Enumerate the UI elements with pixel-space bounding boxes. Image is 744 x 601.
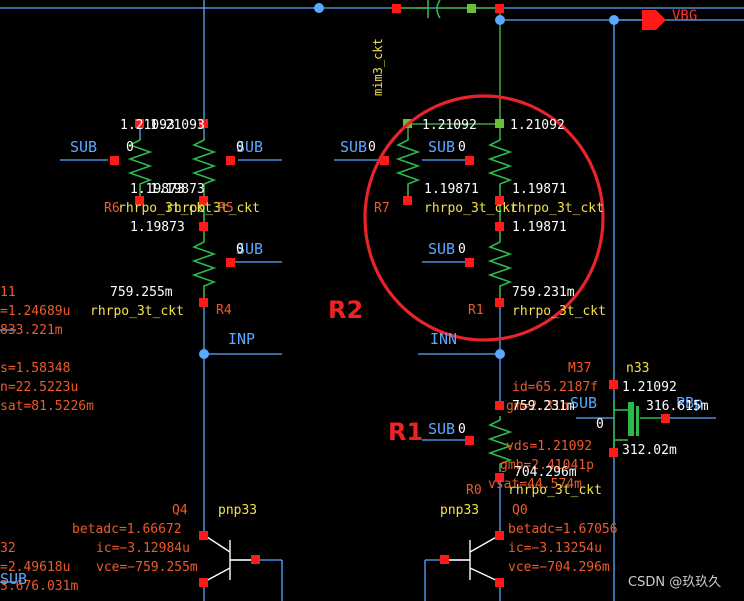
- r2-annotation: R2: [328, 296, 364, 324]
- r1-annotation: R1: [388, 418, 424, 446]
- q4-model: pnp33: [218, 503, 258, 518]
- q0-vce: vce=−704.296m: [508, 560, 610, 575]
- zero-1: 0: [126, 140, 134, 155]
- left-edge-sub: SUB: [0, 570, 28, 588]
- vbg-pin-flag-icon: [614, 10, 666, 30]
- zero-5: 0: [458, 140, 466, 155]
- sub-label-6: SUB: [428, 240, 456, 258]
- nmos-gate-bar: [628, 402, 634, 436]
- left-top-voltage-overlap: 1.21093: [150, 118, 205, 133]
- left-edge-id: n=22.5223u: [0, 380, 79, 395]
- r7-label: R7: [374, 201, 390, 216]
- zero-3: 0: [236, 242, 244, 257]
- m37-bulk-zero: 0: [596, 417, 604, 432]
- m37-source-voltage: 312.02m: [622, 443, 677, 458]
- r1-voltage: 759.231m: [512, 285, 575, 300]
- sub-label-7: SUB: [428, 420, 456, 438]
- q0-model: pnp33: [440, 503, 480, 518]
- red-terminal-squares: [110, 4, 670, 587]
- right-mid-voltage-b: 1.19871: [512, 182, 567, 197]
- vbg-label: VBG: [672, 8, 698, 24]
- right-node-voltage: 1.19871: [512, 220, 567, 235]
- r7-model: rhrpo_3t_ckt: [424, 201, 518, 216]
- r1-inst-label: R1: [468, 303, 484, 318]
- m37-drain-voltage: 1.21092: [622, 380, 677, 395]
- left-edge-vds: s=1.58348: [0, 361, 71, 376]
- q0-ic: ic=−3.13254u: [508, 541, 602, 556]
- left-edge-vdsat: sat=81.5226m: [0, 399, 94, 414]
- schematic-canvas[interactable]: VBG mim3_ckt SUB SUB SUB SUB SUB SUB SUB…: [0, 0, 744, 601]
- q4-ic: ic=−3.12984u: [96, 541, 190, 556]
- n33-label: n33: [626, 361, 650, 376]
- left-r4-model: rhrpo_3t_ckt: [90, 304, 184, 319]
- pnp-transistor-icons: [203, 534, 501, 583]
- r5-label: R5: [218, 201, 234, 216]
- right-mid-voltage-a: 1.19871: [424, 182, 479, 197]
- r0-label: R0: [466, 483, 482, 498]
- mim3-label: mim3_ckt: [371, 38, 385, 96]
- q0-betadc: betadc=1.67056: [508, 522, 618, 537]
- left-edge-11: 11: [0, 285, 16, 300]
- left-rhrpo-label-overlap: rhrpo_3t_ckt: [166, 201, 260, 216]
- q4-label: Q4: [172, 503, 188, 518]
- mim-capacitor-icon: [418, 0, 441, 19]
- zero-4: 0: [368, 140, 376, 155]
- inp-label: INP: [228, 330, 256, 348]
- m37-vds: vds=1.21092: [506, 439, 593, 454]
- watermark: CSDN @玖玖久: [628, 575, 722, 590]
- m37-label: M37: [568, 361, 592, 376]
- sub-label-4: SUB: [340, 138, 368, 156]
- left-r4-voltage: 759.255m: [110, 285, 173, 300]
- nmos-gate-plate: [636, 406, 639, 436]
- right-top-voltage-a: 1.21092: [422, 118, 477, 133]
- zero-6: 0: [458, 242, 466, 257]
- m37-gate-voltage: 316.615m: [646, 399, 709, 414]
- right-model-b: rhrpo_3t_ckt: [510, 201, 604, 216]
- r0-model: rhrpo_3t_ckt: [508, 483, 602, 498]
- q0-label: Q0: [512, 503, 528, 518]
- right-top-voltage-b: 1.21092: [510, 118, 565, 133]
- r0-top-voltage: 759.231m: [512, 399, 575, 414]
- q4-betadc: betadc=1.66672: [72, 522, 182, 537]
- left-edge-vce: 833.221m: [0, 323, 63, 338]
- green-terminal-squares: [403, 4, 504, 128]
- sub-label-5: SUB: [428, 138, 456, 156]
- left-node-voltage: 1.19873: [130, 220, 185, 235]
- zero-2: 0: [236, 140, 244, 155]
- m37-id: id=65.2187f: [512, 380, 599, 395]
- sub-label-1: SUB: [70, 138, 98, 156]
- left-edge-32: 32: [0, 541, 16, 556]
- inn-label: INN: [430, 330, 458, 348]
- q4-vce: vce=−759.255m: [96, 560, 198, 575]
- left-mid-voltage-overlap: 1.19873: [150, 182, 205, 197]
- left-edge-ic: =1.24689u: [0, 304, 71, 319]
- r4-label: R4: [216, 303, 232, 318]
- r1-model: rhrpo_3t_ckt: [512, 304, 606, 319]
- zero-7: 0: [458, 422, 466, 437]
- r6-label: R6: [104, 201, 120, 216]
